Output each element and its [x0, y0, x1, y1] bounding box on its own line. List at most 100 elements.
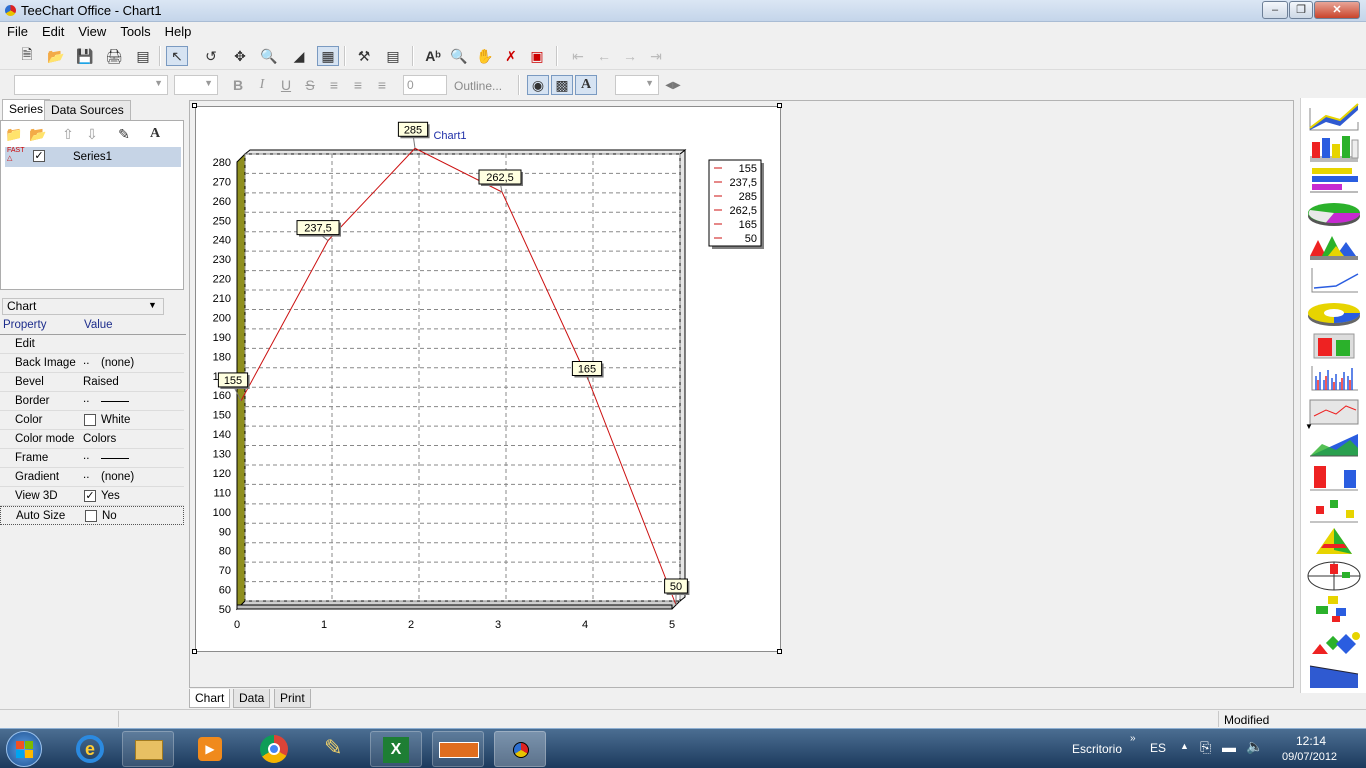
erase-icon[interactable]: ✗ [500, 46, 522, 66]
new-icon[interactable]: 🗎 [16, 46, 38, 66]
property-row[interactable]: Frame.. [0, 449, 184, 468]
align-center-icon[interactable]: ≡ [347, 75, 369, 95]
align-left-icon[interactable]: ≡ [323, 75, 345, 95]
gallery-donut-icon[interactable] [1306, 298, 1362, 330]
volume-icon[interactable]: 🔈 [1246, 738, 1263, 755]
next-icon[interactable]: → [619, 46, 641, 66]
gallery-3d-line-icon[interactable] [1306, 100, 1362, 132]
chart-3d-icon[interactable]: ▦ [317, 46, 339, 66]
hand-icon[interactable]: ✋ [474, 46, 496, 66]
color-swatch[interactable] [84, 414, 96, 426]
start-button[interactable] [6, 731, 42, 767]
delete-icon[interactable]: ▣ [526, 46, 548, 66]
menu-edit[interactable]: Edit [35, 22, 71, 39]
edit-chart-icon[interactable]: ⚒ [353, 46, 375, 66]
select-pointer-icon[interactable]: ↖ [166, 46, 188, 66]
clock-date[interactable]: 09/07/2012 [1282, 751, 1337, 763]
tab-series[interactable]: Series [2, 99, 51, 120]
taskbar-ie[interactable]: e [64, 731, 116, 767]
ellipsis-button[interactable]: .. [83, 450, 89, 462]
open-icon[interactable]: 📂 [45, 46, 67, 66]
resize-handle[interactable] [777, 649, 782, 654]
zoom-icon[interactable]: 🔍 [258, 46, 280, 66]
font-name-combo[interactable]: ▼ [14, 75, 168, 95]
taskbar-paint[interactable]: ✎ [310, 731, 362, 767]
prev-icon[interactable]: ← [593, 46, 615, 66]
outline-label[interactable]: Outline... [454, 79, 502, 93]
property-row[interactable]: Edit [0, 335, 184, 354]
property-row[interactable]: Gradient.. (none) [0, 468, 184, 487]
property-checkbox[interactable] [85, 510, 97, 522]
menu-help[interactable]: Help [158, 22, 199, 39]
text-tool-icon[interactable]: Aᵇ [422, 46, 444, 66]
gallery-3d-area-icon[interactable] [1306, 230, 1362, 262]
move-down-icon[interactable]: ⇩ [81, 124, 103, 144]
gallery-pie-icon[interactable] [1306, 198, 1362, 230]
pattern-icon[interactable]: ◉ [527, 75, 549, 95]
taskbar-app[interactable] [432, 731, 484, 767]
first-icon[interactable]: ⇤ [567, 46, 589, 66]
outline-width-input[interactable]: 0 [403, 75, 447, 95]
gallery-surface-icon[interactable] [1306, 428, 1362, 460]
last-icon[interactable]: ⇥ [645, 46, 667, 66]
usb-icon[interactable]: ⎘ [1200, 739, 1211, 756]
property-row[interactable]: Back Image.. (none) [0, 354, 184, 373]
rotate-icon[interactable]: ↺ [200, 46, 222, 66]
desktop-chevron-icon[interactable]: » [1130, 733, 1136, 744]
maximize-button[interactable]: ❐ [1289, 1, 1313, 19]
gallery-pyramid-icon[interactable] [1306, 526, 1362, 558]
minimize-button[interactable]: – [1262, 1, 1288, 19]
clock-time[interactable]: 12:14 [1296, 734, 1326, 748]
save-icon[interactable]: 💾 [74, 46, 96, 66]
depth-icon[interactable]: ◢ [288, 46, 310, 66]
font-icon[interactable]: A [575, 75, 597, 95]
close-button[interactable]: ✕ [1314, 1, 1360, 19]
series-visible-checkbox[interactable]: ✓ [33, 150, 45, 162]
language-indicator[interactable]: ES [1150, 741, 1166, 755]
zoom-combo[interactable]: ▼ [615, 75, 659, 95]
gallery-column-icon[interactable] [1306, 462, 1362, 494]
series-row[interactable]: FAST △ ✓ Series1 [5, 147, 181, 167]
gallery-point-icon[interactable] [1306, 494, 1362, 526]
series-title-icon[interactable]: A [144, 124, 166, 144]
gallery-radar-icon[interactable] [1306, 560, 1362, 592]
align-right-icon[interactable]: ≡ [371, 75, 393, 95]
tab-data-sources[interactable]: Data Sources [44, 100, 131, 120]
property-row[interactable]: Auto Size No [0, 506, 184, 525]
print-icon[interactable]: 🖨 [103, 46, 125, 66]
ellipsis-button[interactable]: .. [83, 393, 89, 405]
spin-arrows-icon[interactable]: ◀▶ [662, 75, 684, 95]
menu-view[interactable]: View [71, 22, 113, 39]
ellipsis-button[interactable]: .. [83, 355, 89, 367]
taskbar-excel[interactable]: X [370, 731, 422, 767]
gallery-gantt-icon[interactable] [1306, 592, 1362, 624]
gallery-histogram-icon[interactable] [1306, 362, 1362, 394]
property-row[interactable]: Color mode Colors [0, 430, 184, 449]
property-row[interactable]: View 3D ✓ Yes [0, 487, 184, 506]
zoom-in-icon[interactable]: 🔍 [448, 46, 470, 66]
bold-icon[interactable]: B [227, 75, 249, 95]
print-preview-icon[interactable]: ▤ [382, 46, 404, 66]
property-object-selector[interactable]: Chart [2, 298, 164, 315]
add-series-icon[interactable]: 📁 [3, 124, 25, 144]
ellipsis-button[interactable]: .. [83, 469, 89, 481]
chart-canvas[interactable]: 5060708090100110120130140150160170180190… [195, 106, 781, 652]
menu-tools[interactable]: Tools [113, 22, 157, 39]
taskbar-chrome[interactable] [248, 731, 300, 767]
tab-print[interactable]: Print [274, 689, 311, 708]
chevron-down-icon[interactable]: ▼ [148, 300, 157, 310]
tab-data[interactable]: Data [233, 689, 271, 708]
tray-expand-icon[interactable]: ▲ [1180, 741, 1189, 751]
gallery-fast-line-icon[interactable] [1306, 264, 1362, 296]
resize-handle[interactable] [192, 649, 197, 654]
edit-series-icon[interactable]: ✎ [113, 124, 135, 144]
desktop-label[interactable]: Escritorio [1072, 742, 1122, 756]
property-row[interactable]: Bevel Raised [0, 373, 184, 392]
taskbar-teechart[interactable] [494, 731, 546, 767]
property-checkbox[interactable]: ✓ [84, 490, 96, 502]
resize-handle[interactable] [192, 103, 197, 108]
gallery-3d-bar-icon[interactable] [1306, 132, 1362, 164]
move-icon[interactable]: ✥ [229, 46, 251, 66]
underline-icon[interactable]: U [275, 75, 297, 95]
palette-icon[interactable]: ▩ [551, 75, 573, 95]
